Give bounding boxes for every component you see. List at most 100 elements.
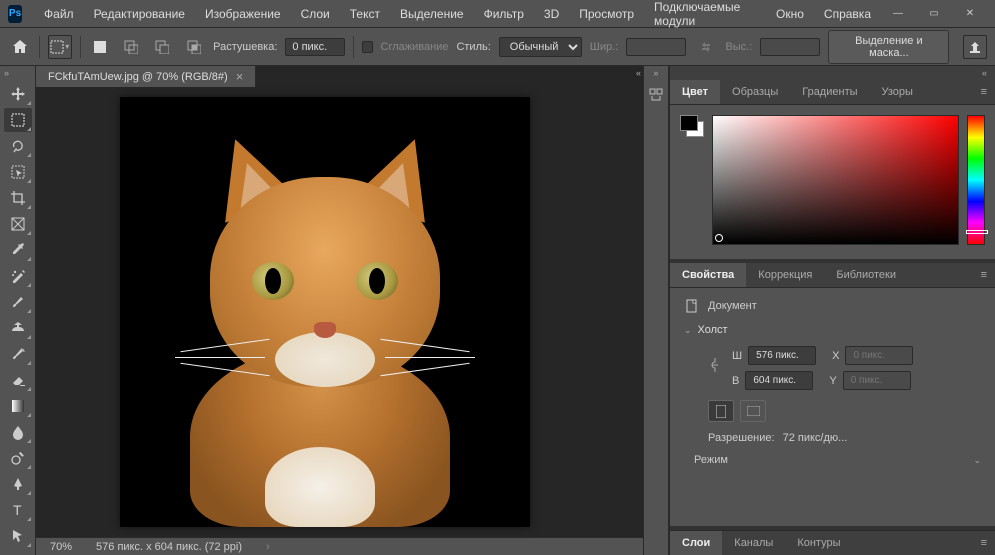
chevron-down-icon: ⌄ xyxy=(684,325,692,336)
menu-file[interactable]: Файл xyxy=(34,3,84,25)
hue-slider[interactable] xyxy=(967,115,985,245)
chevron-down-icon: ⌄ xyxy=(973,455,981,466)
window-close-button[interactable]: ✕ xyxy=(953,3,987,25)
menu-window[interactable]: Окно xyxy=(766,3,814,25)
menu-edit[interactable]: Редактирование xyxy=(84,3,195,25)
swap-dimensions-icon xyxy=(694,35,717,59)
resolution-value[interactable]: 72 пикс/дю... xyxy=(783,432,848,444)
tab-properties[interactable]: Свойства xyxy=(670,263,746,287)
fg-bg-swatch[interactable] xyxy=(680,115,704,245)
gradient-tool[interactable] xyxy=(4,394,32,418)
resolution-label: Разрешение: xyxy=(708,432,775,444)
selection-new-icon[interactable] xyxy=(88,35,111,59)
select-and-mask-button[interactable]: Выделение и маска... xyxy=(828,30,949,64)
frame-tool[interactable] xyxy=(4,212,32,236)
document-tab[interactable]: FCkfuTAmUew.jpg @ 70% (RGB/8#) × xyxy=(36,66,256,87)
object-select-tool[interactable] xyxy=(4,160,32,184)
clone-stamp-tool[interactable] xyxy=(4,316,32,340)
menu-help[interactable]: Справка xyxy=(814,3,881,25)
menu-text[interactable]: Текст xyxy=(340,3,390,25)
canvas[interactable] xyxy=(120,97,530,527)
tab-channels[interactable]: Каналы xyxy=(722,531,785,555)
toolbar: » T xyxy=(0,66,36,555)
document-area: « FCkfuTAmUew.jpg @ 70% (RGB/8#) × xyxy=(36,66,643,555)
menu-layers[interactable]: Слои xyxy=(291,3,340,25)
history-panel-icon[interactable] xyxy=(645,84,667,106)
tab-gradients[interactable]: Градиенты xyxy=(790,80,869,104)
orientation-portrait-button[interactable] xyxy=(708,400,734,422)
app-logo[interactable]: Ps xyxy=(8,5,22,23)
home-icon[interactable] xyxy=(8,35,31,59)
window-minimize-button[interactable]: — xyxy=(881,3,915,25)
menu-view[interactable]: Просмотр xyxy=(569,3,644,25)
tab-layers[interactable]: Слои xyxy=(670,531,722,555)
svg-text:T: T xyxy=(13,502,22,518)
path-select-tool[interactable] xyxy=(4,524,32,548)
panel-menu-icon[interactable]: ≡ xyxy=(973,531,995,555)
mode-label: Режим xyxy=(694,454,728,466)
height-label: Выс.: xyxy=(725,41,752,53)
y-label: Y xyxy=(829,375,836,387)
collapse-icon[interactable]: « xyxy=(636,68,641,78)
selection-intersect-icon[interactable] xyxy=(182,35,205,59)
selection-subtract-icon[interactable] xyxy=(151,35,174,59)
height-label: В xyxy=(732,375,739,387)
dodge-tool[interactable] xyxy=(4,446,32,470)
canvas-section-header[interactable]: ⌄ Холст xyxy=(684,324,981,336)
menubar: Ps Файл Редактирование Изображение Слои … xyxy=(0,0,995,28)
zoom-level[interactable]: 70% xyxy=(50,541,72,553)
width-input xyxy=(626,38,686,56)
tab-adjustments[interactable]: Коррекция xyxy=(746,263,824,287)
height-input xyxy=(760,38,820,56)
tab-color[interactable]: Цвет xyxy=(670,80,720,104)
menu-filter[interactable]: Фильтр xyxy=(474,3,534,25)
feather-input[interactable] xyxy=(285,38,345,56)
healing-brush-tool[interactable] xyxy=(4,264,32,288)
menu-plugins[interactable]: Подключаемые модули xyxy=(644,0,766,32)
pen-tool[interactable] xyxy=(4,472,32,496)
menu-select[interactable]: Выделение xyxy=(390,3,474,25)
eraser-tool[interactable] xyxy=(4,368,32,392)
orientation-landscape-button[interactable] xyxy=(740,400,766,422)
blur-tool[interactable] xyxy=(4,420,32,444)
canvas-label: Холст xyxy=(698,324,728,336)
panel-menu-icon[interactable]: ≡ xyxy=(973,263,995,287)
collapse-icon[interactable]: « xyxy=(982,68,987,78)
panels-dock: « Цвет Образцы Градиенты Узоры ≡ Свойств… xyxy=(669,66,995,555)
marquee-preset-icon[interactable]: ▾ xyxy=(48,35,72,59)
menu-image[interactable]: Изображение xyxy=(195,3,291,25)
properties-panel-tabs: Свойства Коррекция Библиотеки ≡ xyxy=(670,263,995,288)
link-icon[interactable] xyxy=(708,355,722,381)
canvas-viewport[interactable] xyxy=(36,87,643,537)
marquee-tool[interactable] xyxy=(4,108,32,132)
menu-3d[interactable]: 3D xyxy=(534,3,569,25)
crop-tool[interactable] xyxy=(4,186,32,210)
tab-paths[interactable]: Контуры xyxy=(785,531,852,555)
color-field[interactable] xyxy=(712,115,959,245)
canvas-width-input[interactable] xyxy=(748,346,816,365)
tab-swatches[interactable]: Образцы xyxy=(720,80,790,104)
close-tab-icon[interactable]: × xyxy=(236,69,244,84)
selection-add-icon[interactable] xyxy=(120,35,143,59)
canvas-y-input xyxy=(843,371,911,390)
eyedropper-tool[interactable] xyxy=(4,238,32,262)
collapse-icon[interactable]: » xyxy=(4,68,9,78)
tab-patterns[interactable]: Узоры xyxy=(870,80,925,104)
width-label: Шир.: xyxy=(590,41,618,53)
status-chevron-icon[interactable]: › xyxy=(266,541,270,553)
canvas-height-input[interactable] xyxy=(745,371,813,390)
history-brush-tool[interactable] xyxy=(4,342,32,366)
window-maximize-button[interactable]: ▭ xyxy=(917,3,951,25)
collapse-icon[interactable]: » xyxy=(653,68,658,78)
brush-tool[interactable] xyxy=(4,290,32,314)
panel-menu-icon[interactable]: ≡ xyxy=(973,80,995,104)
mode-section-header[interactable]: Режим ⌄ xyxy=(684,454,981,466)
type-tool[interactable]: T xyxy=(4,498,32,522)
tab-libraries[interactable]: Библиотеки xyxy=(824,263,908,287)
antialias-checkbox xyxy=(362,41,372,53)
style-select[interactable]: Обычный xyxy=(499,37,582,57)
width-label: Ш xyxy=(732,350,742,362)
lasso-tool[interactable] xyxy=(4,134,32,158)
move-tool[interactable] xyxy=(4,82,32,106)
share-icon[interactable] xyxy=(963,35,987,59)
